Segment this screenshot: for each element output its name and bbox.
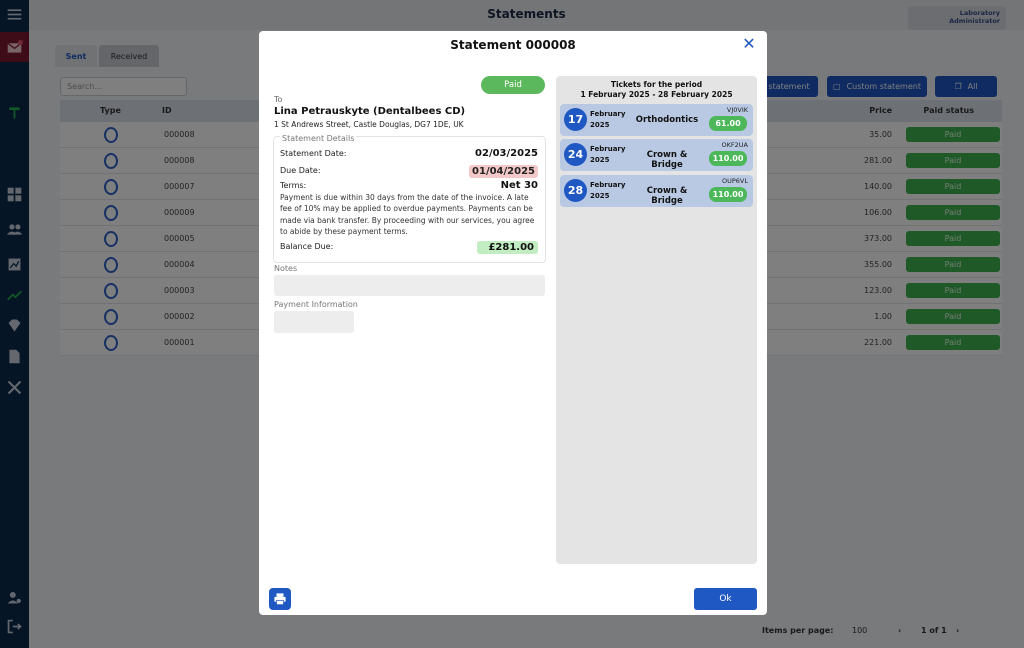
ticket-code: OKF2UA bbox=[721, 141, 748, 149]
ticket-year: 2025 bbox=[590, 121, 610, 129]
ticket-card[interactable]: 17 February 2025 Orthodontics VJ0VIK 61.… bbox=[560, 104, 753, 136]
details-legend: Statement Details bbox=[280, 134, 357, 143]
due-date-value: 01/04/2025 bbox=[469, 165, 538, 178]
printer-icon bbox=[274, 593, 286, 605]
ticket-day: 17 bbox=[564, 108, 587, 131]
modal-title: Statement 000008 bbox=[450, 38, 576, 52]
ticket-code: VJ0VIK bbox=[726, 106, 748, 114]
ticket-month-year: February 2025 bbox=[590, 180, 630, 202]
ticket-price: 110.00 bbox=[709, 151, 747, 166]
terms-text: Payment is due within 30 days from the d… bbox=[280, 193, 535, 236]
status-badge: Paid bbox=[481, 76, 545, 94]
payment-info-label: Payment Information bbox=[274, 300, 358, 309]
ticket-card[interactable]: 24 February 2025 Crown & Bridge OKF2UA 1… bbox=[560, 139, 753, 171]
ticket-day: 24 bbox=[564, 143, 587, 166]
ticket-month-year: February 2025 bbox=[590, 144, 630, 166]
tickets-title: Tickets for the period bbox=[610, 80, 703, 89]
ticket-month: February bbox=[590, 181, 626, 189]
tickets-header: Tickets for the period 1 February 2025 -… bbox=[556, 80, 757, 100]
ticket-price: 110.00 bbox=[709, 187, 747, 202]
statement-details: Statement Details Statement Date: 02/03/… bbox=[273, 134, 546, 263]
ticket-month-year: February 2025 bbox=[590, 109, 630, 131]
print-button[interactable] bbox=[269, 588, 291, 610]
ticket-price: 61.00 bbox=[709, 116, 747, 131]
ok-button[interactable]: Ok bbox=[694, 588, 757, 610]
payment-info-field[interactable] bbox=[274, 311, 354, 333]
close-icon[interactable]: ✕ bbox=[741, 36, 757, 53]
due-date-row: Due Date: 01/04/2025 bbox=[280, 165, 538, 178]
ticket-card[interactable]: 28 February 2025 Crown & Bridge OUP6VL 1… bbox=[560, 175, 753, 207]
ticket-type: Crown & Bridge bbox=[646, 186, 688, 206]
balance-value: £281.00 bbox=[477, 241, 538, 254]
ticket-month: February bbox=[590, 145, 626, 153]
recipient-name: Lina Petrauskyte (Dentalbees CD) bbox=[274, 106, 466, 117]
statement-date-value: 02/03/2025 bbox=[475, 148, 538, 159]
tickets-panel: Tickets for the period 1 February 2025 -… bbox=[556, 76, 757, 564]
due-date-label: Due Date: bbox=[280, 166, 321, 175]
statement-date-row: Statement Date: 02/03/2025 bbox=[280, 148, 538, 159]
statement-modal: Statement 000008 ✕ Paid To Lina Petrausk… bbox=[259, 31, 767, 615]
ticket-year: 2025 bbox=[590, 156, 610, 164]
terms-label: Terms: bbox=[280, 181, 307, 190]
ticket-day: 28 bbox=[564, 179, 587, 202]
recipient-address: 1 St Andrews Street, Castle Douglas, DG7… bbox=[274, 120, 464, 129]
to-label: To bbox=[274, 95, 283, 104]
ticket-type: Orthodontics bbox=[635, 115, 699, 125]
tickets-period: 1 February 2025 - 28 February 2025 bbox=[580, 90, 733, 99]
ticket-year: 2025 bbox=[590, 192, 610, 200]
ticket-type: Crown & Bridge bbox=[646, 150, 688, 170]
notes-field[interactable] bbox=[274, 275, 545, 296]
balance-row: Balance Due: £281.00 bbox=[280, 241, 538, 254]
statement-date-label: Statement Date: bbox=[280, 149, 347, 158]
terms-row: Terms: Net 30 bbox=[280, 180, 538, 191]
terms-value: Net 30 bbox=[500, 180, 538, 191]
notes-label: Notes bbox=[274, 264, 298, 273]
ticket-month: February bbox=[590, 110, 626, 118]
balance-label: Balance Due: bbox=[280, 242, 334, 251]
ticket-code: OUP6VL bbox=[722, 177, 748, 185]
